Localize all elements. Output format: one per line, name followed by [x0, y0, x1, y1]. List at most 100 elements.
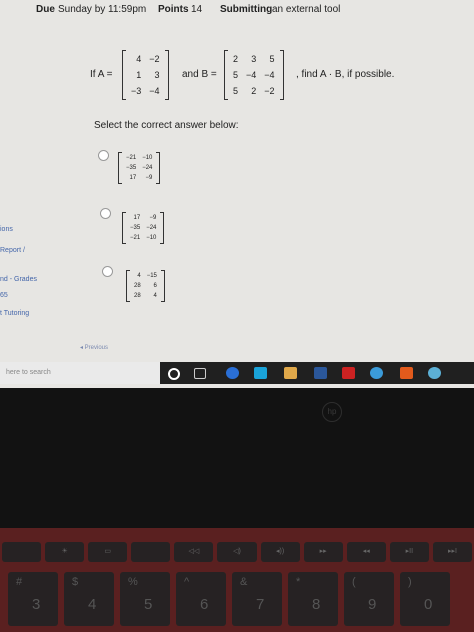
matrix-entry: −4	[149, 86, 160, 96]
matrix-a: 4 −2 1 3 −3 −4	[122, 50, 169, 100]
cortana-icon[interactable]	[168, 368, 180, 380]
sidebar-link[interactable]: Report /	[0, 247, 25, 254]
key-symbol: ^	[184, 576, 190, 588]
matrix-entry: −9	[149, 215, 157, 221]
function-key[interactable]: ◂◂	[346, 542, 386, 562]
file-explorer-icon[interactable]	[284, 367, 297, 379]
matrix-row: 13	[127, 67, 164, 83]
course-sidebar: ions Report / nd - Grades 65 t Tutoring	[0, 0, 60, 360]
matrix-entry: 6	[153, 283, 157, 289]
matrix-row: 28 4	[131, 291, 160, 301]
matrix-b: 2 3 5 5 −4 −4 5 2 −2	[224, 50, 284, 100]
option-1-matrix[interactable]: −21 −10 −35 −24 17 −9	[118, 152, 161, 184]
app-icon[interactable]	[370, 367, 383, 379]
matrix-entry: 3	[251, 54, 257, 64]
matrix-entry: −2	[149, 54, 160, 64]
function-key[interactable]	[131, 542, 171, 562]
and-b-label: and B =	[182, 69, 217, 80]
matrix-a-table: 4 −2 1 3 −3 −4	[127, 51, 164, 99]
option-1-radio[interactable]	[98, 150, 109, 161]
function-key[interactable]: ▸▸	[303, 542, 343, 562]
matrix-entry: −24	[142, 165, 153, 171]
matrix-b-table: 2 3 5 5 −4 −4 5 2 −2	[229, 51, 279, 99]
if-a-label: If A =	[90, 69, 113, 80]
function-key[interactable]: ◁◁	[174, 542, 214, 562]
matrix-entry: 3	[154, 70, 160, 80]
number-key[interactable]: #3	[8, 572, 58, 626]
word-icon[interactable]	[314, 367, 327, 379]
option-matrix-table: 17 −9 −35 −24 −21 −10	[127, 213, 159, 243]
function-key[interactable]: ◁)	[217, 542, 257, 562]
matrix-row: 5 2 −2	[229, 83, 279, 99]
number-key[interactable]: ^ 6	[176, 572, 226, 626]
option-3-radio[interactable]	[102, 266, 113, 277]
points-label: Points	[158, 4, 189, 15]
matrix-row: 17 −9	[127, 213, 159, 223]
key-symbol: (	[352, 576, 356, 588]
matrix-entry: 5	[233, 70, 239, 80]
number-key[interactable]: ) 0	[400, 572, 450, 626]
matrix-row: 17 −9	[123, 173, 155, 183]
matrix-row: −21 −10	[123, 153, 155, 163]
key-digit: 6	[200, 596, 209, 613]
option-matrix-table: −21 −10 −35 −24 17 −9	[123, 153, 155, 183]
sidebar-link[interactable]: nd - Grades	[0, 276, 37, 283]
app-icon[interactable]	[226, 367, 239, 379]
matrix-row: 4 −15	[131, 271, 160, 281]
matrix-entry: −21	[126, 155, 137, 161]
function-key[interactable]: ▭	[88, 542, 128, 562]
matrix-row: 2 3 5	[229, 51, 279, 67]
matrix-entry: 28	[134, 293, 141, 299]
matrix-row: −35 −24	[127, 223, 159, 233]
key-digit: 5	[144, 596, 153, 613]
function-key[interactable]: ▸▸I	[432, 542, 472, 562]
matrix-entry: 5	[233, 86, 239, 96]
matrix-entry: 5	[269, 54, 275, 64]
find-text: , find A · B, if possible.	[296, 69, 395, 80]
edge-icon[interactable]	[254, 367, 267, 379]
key-symbol: %	[128, 576, 138, 588]
matrix-row: −35 −24	[123, 163, 155, 173]
sidebar-link[interactable]: 65	[0, 292, 8, 299]
function-key[interactable]: ▸II	[389, 542, 429, 562]
app-icon[interactable]	[342, 367, 355, 379]
matrix-entry: −24	[146, 225, 157, 231]
key-digit: 9	[368, 596, 377, 613]
matrix-entry: −2	[264, 86, 275, 96]
matrix-entry: −35	[130, 225, 141, 231]
key-digit: 0	[424, 596, 433, 613]
previous-button[interactable]: ◂ Previous	[80, 344, 108, 351]
key-symbol: )	[408, 576, 412, 588]
firefox-icon[interactable]	[400, 367, 413, 379]
matrix-row: 4 −2	[127, 51, 164, 67]
option-2-radio[interactable]	[100, 208, 111, 219]
key-digit: 4	[88, 596, 97, 613]
laptop-keyboard: ☀ ▭ ◁◁ ◁) ◂)) ▸▸ ◂◂ ▸II ▸▸I #3 $4% 5 ^ 6 & 7 * 8(9) 0	[0, 528, 474, 632]
matrix-entry: −9	[145, 175, 153, 181]
task-view-icon[interactable]	[194, 368, 206, 379]
option-2-matrix[interactable]: 17 −9 −35 −24 −21 −10	[122, 212, 165, 244]
matrix-entry: −35	[126, 165, 137, 171]
number-key[interactable]: (9	[344, 572, 394, 626]
sidebar-link[interactable]: t Tutoring	[0, 310, 29, 317]
number-key[interactable]: $4	[64, 572, 114, 626]
app-icon[interactable]	[428, 367, 441, 379]
matrix-entry: −15	[146, 273, 157, 279]
instruction: Select the correct answer below:	[94, 120, 239, 131]
matrix-row: −21 −10	[127, 233, 159, 243]
matrix-row: −3 −4	[127, 83, 164, 99]
function-key[interactable]: ☀	[45, 542, 85, 562]
function-key[interactable]	[2, 542, 42, 562]
number-key[interactable]: % 5	[120, 572, 170, 626]
number-key[interactable]: & 7	[232, 572, 282, 626]
key-digit: 7	[256, 596, 265, 613]
sidebar-link[interactable]: ions	[0, 226, 13, 233]
matrix-entry: 4	[137, 273, 141, 279]
due-value: Sunday by 11:59pm	[58, 4, 147, 15]
taskbar-search-input[interactable]: here to search	[0, 362, 160, 384]
key-symbol: *	[296, 576, 301, 588]
number-key[interactable]: * 8	[288, 572, 338, 626]
matrix-entry: 2	[233, 54, 239, 64]
function-key[interactable]: ◂))	[260, 542, 300, 562]
option-3-matrix[interactable]: 4 −15 28 6 28 4	[126, 270, 165, 302]
